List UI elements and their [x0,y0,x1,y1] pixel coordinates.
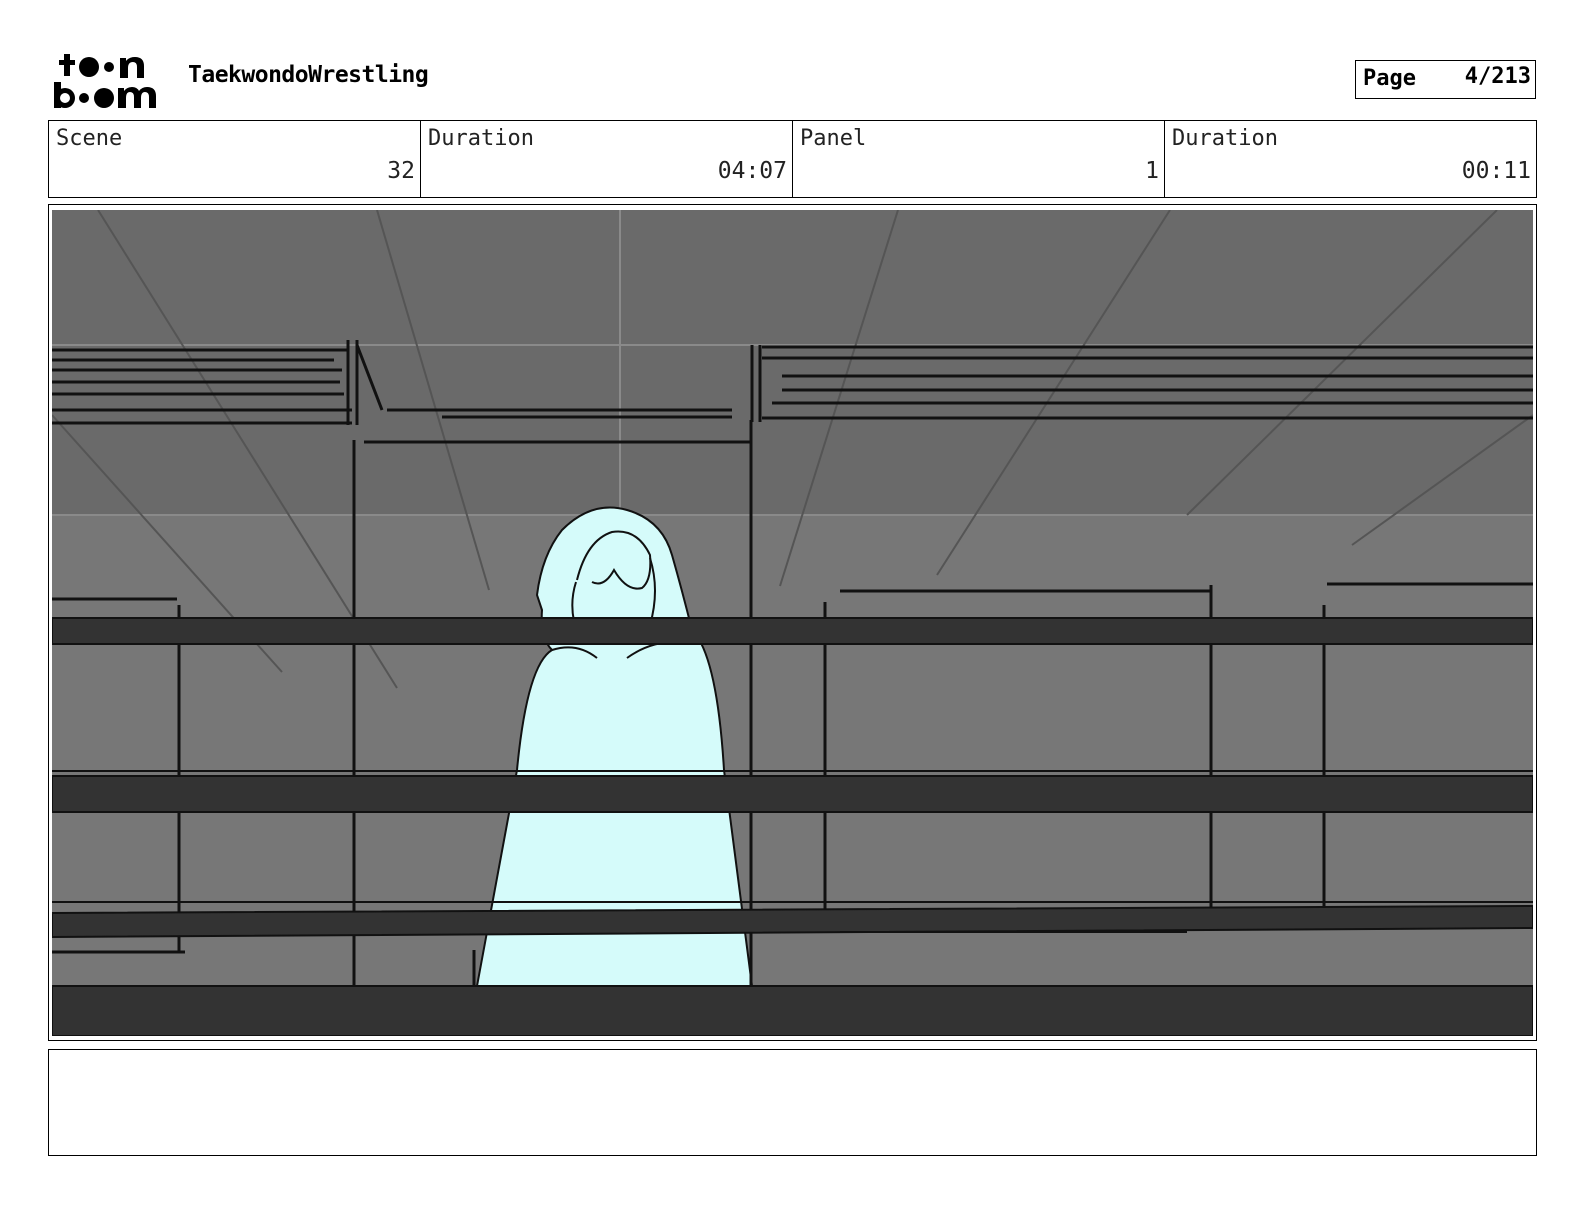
toon-boom-logo-mark [54,54,156,108]
panel-value: 1 [1145,158,1159,184]
panel-duration-value: 00:11 [1461,158,1531,184]
ceiling-area [52,210,1533,515]
scene-label: Scene [56,126,123,151]
page-indicator: Page 4/213 [1355,60,1536,99]
panel-notes-box [48,1049,1537,1156]
panel-duration-label: Duration [1172,126,1278,151]
page-label: Page [1363,66,1416,91]
scene-duration-value: 04:07 [717,158,787,184]
scene-cell: Scene 32 [49,121,421,197]
toon-boom-logo [52,52,164,110]
panel-label: Panel [800,126,867,151]
scene-value: 32 [387,158,415,184]
scene-duration-cell: Duration 04:07 [421,121,793,197]
panel-duration-cell: Duration 00:11 [1165,121,1536,197]
panel-frame [48,204,1537,1041]
scene-info-table: Scene 32 Duration 04:07 Panel 1 Duration… [48,120,1537,198]
page-number: 4/213 [1464,64,1531,89]
panel-cell: Panel 1 [793,121,1165,197]
scene-duration-label: Duration [428,126,534,151]
project-title: TaekwondoWrestling [188,62,429,88]
storyboard-panel-drawing [52,210,1533,1036]
